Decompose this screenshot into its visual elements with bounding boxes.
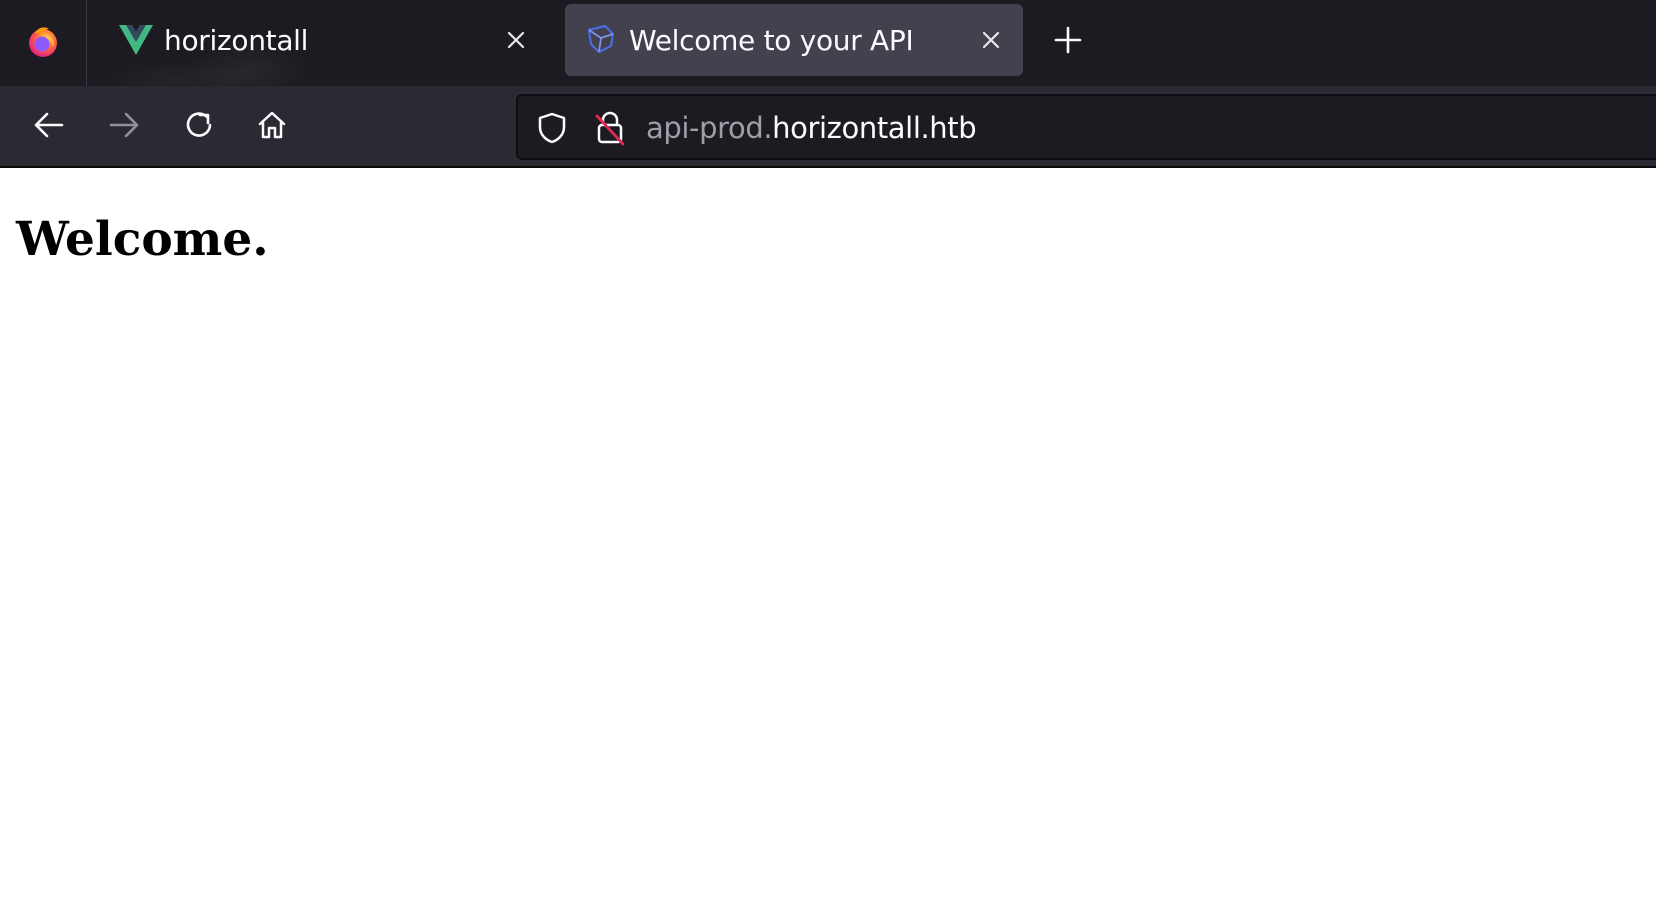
close-tab-icon[interactable] [973, 22, 1009, 58]
reload-icon [182, 108, 216, 146]
reload-button[interactable] [178, 106, 220, 148]
close-tab-icon[interactable] [498, 22, 534, 58]
navigation-toolbar: api-prod.horizontall.htb [0, 86, 1656, 168]
page-heading: Welcome. [16, 212, 269, 267]
vue-logo-icon [118, 22, 154, 58]
url-subdomain: api-prod. [646, 111, 773, 145]
insecure-lock-icon[interactable] [592, 110, 628, 146]
tab-welcome-to-your-api[interactable]: Welcome to your API [565, 4, 1023, 76]
url-host: horizontall.htb [772, 111, 977, 145]
tab-horizontall[interactable]: horizontall [100, 4, 548, 76]
new-tab-button[interactable] [1046, 20, 1090, 64]
tab-strip: horizontall Welcome to your API [0, 0, 1656, 86]
plus-icon [1054, 26, 1082, 58]
browser-window: horizontall Welcome to your API api-prod… [0, 0, 1656, 920]
tab-title: horizontall [164, 23, 309, 57]
url-bar[interactable]: api-prod.horizontall.htb [516, 94, 1656, 160]
tracking-protection-shield-icon[interactable] [534, 110, 570, 146]
back-button[interactable] [28, 106, 70, 148]
forward-button[interactable] [103, 106, 145, 148]
page-content: Welcome. [0, 168, 1656, 920]
firefox-view-button[interactable] [0, 0, 87, 86]
arrow-left-icon [32, 108, 66, 146]
url-text[interactable]: api-prod.horizontall.htb [646, 110, 977, 146]
firefox-logo-icon [25, 23, 61, 63]
strapi-logo-icon [583, 22, 619, 58]
home-button[interactable] [251, 106, 293, 148]
arrow-right-icon [107, 108, 141, 146]
home-icon [255, 108, 289, 146]
tab-title: Welcome to your API [629, 23, 914, 57]
